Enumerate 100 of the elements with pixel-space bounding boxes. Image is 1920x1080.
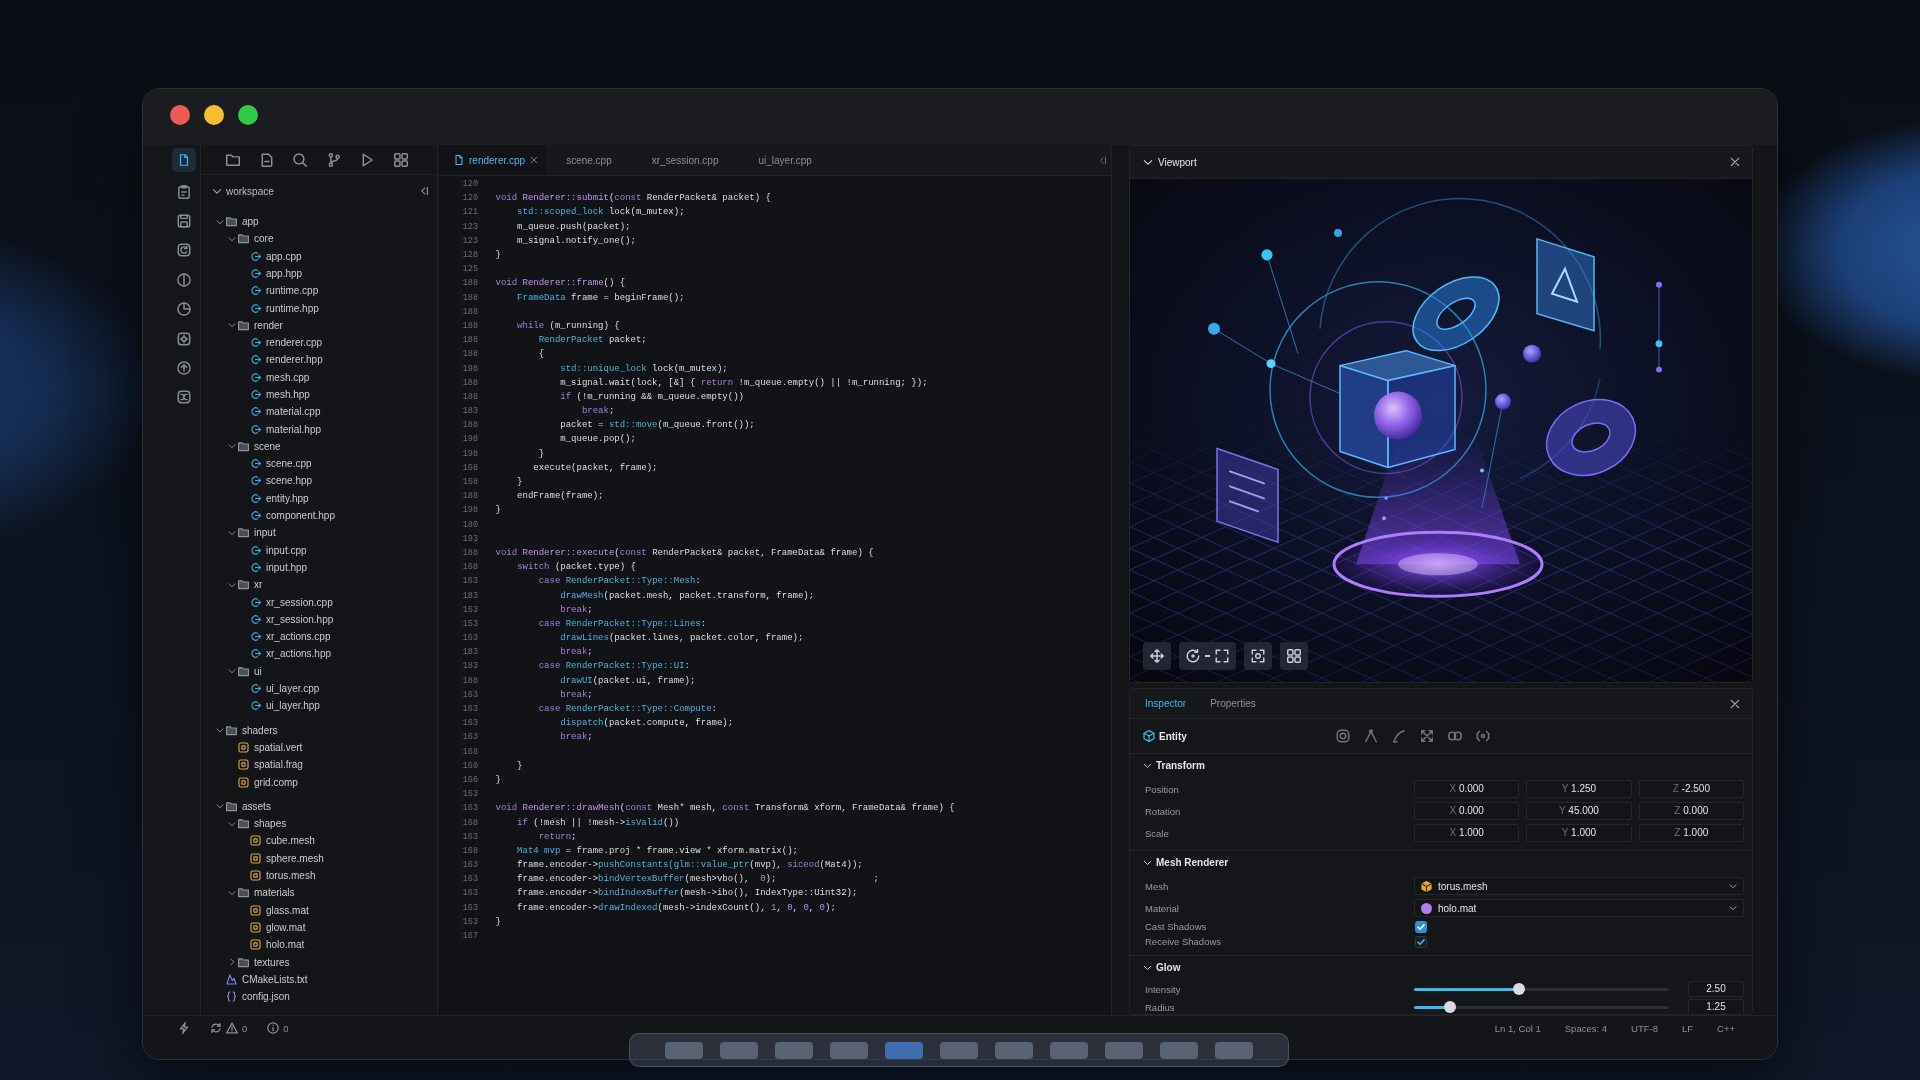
tree-item[interactable]: torus.mesh: [250, 866, 316, 885]
slider-thumb[interactable]: [1512, 983, 1525, 995]
close-window-icon[interactable]: [170, 105, 190, 125]
value-field[interactable]: 2.50: [1688, 981, 1744, 997]
close-icon[interactable]: [530, 156, 539, 164]
tree-item[interactable]: config.json: [226, 987, 290, 1006]
number-field[interactable]: Z 0.000: [1638, 802, 1744, 820]
tree-item[interactable]: component.hpp: [250, 506, 335, 525]
lightning-icon[interactable]: [178, 1022, 190, 1034]
tree-item[interactable]: input.cpp: [250, 541, 307, 559]
tree-item[interactable]: input: [226, 524, 276, 542]
broadcast-icon[interactable]: [1476, 729, 1490, 743]
tree-item[interactable]: ui: [226, 662, 262, 680]
indentation-setting[interactable]: Spaces: 4: [1564, 1022, 1607, 1034]
tree-item[interactable]: cube.mesh: [250, 832, 315, 850]
tree-item[interactable]: app.cpp: [250, 247, 302, 265]
tree-item[interactable]: sphere.mesh: [250, 849, 324, 867]
tree-item[interactable]: runtime.hpp: [250, 299, 319, 317]
number-field[interactable]: Y 1.250: [1526, 780, 1632, 798]
number-field[interactable]: Z 1.000: [1638, 824, 1744, 842]
tree-item[interactable]: material.cpp: [250, 403, 321, 421]
tree-item[interactable]: spatial.vert: [238, 738, 303, 757]
editor-tab[interactable]: ui_layer.cpp: [738, 145, 832, 175]
tree-item[interactable]: renderer.cpp: [250, 333, 323, 352]
tree-item[interactable]: mesh.cpp: [250, 368, 310, 386]
minimize-window-icon[interactable]: [204, 105, 224, 125]
tree-item[interactable]: app: [214, 212, 259, 231]
info-count[interactable]: 0: [283, 1022, 289, 1034]
focus-button[interactable]: [1244, 642, 1272, 670]
dropdown[interactable]: holo.mat: [1414, 899, 1744, 917]
tree-item[interactable]: spatial.frag: [238, 756, 303, 774]
slider-thumb[interactable]: [1443, 1001, 1456, 1013]
tree-item[interactable]: render: [226, 316, 283, 334]
number-field[interactable]: X 0.000: [1414, 780, 1520, 798]
upload-icon[interactable]: [177, 361, 191, 376]
tree-item[interactable]: materials: [226, 884, 295, 902]
crosshair-icon[interactable]: [177, 331, 191, 346]
link-icon[interactable]: [1448, 729, 1462, 743]
cursor-position[interactable]: Ln 1, Col 1: [1494, 1022, 1541, 1034]
play-icon[interactable]: [360, 152, 374, 167]
slider-track[interactable]: [1414, 983, 1669, 995]
value-field[interactable]: 1.25: [1688, 999, 1744, 1014]
tree-item[interactable]: mesh.hpp: [250, 385, 310, 404]
panel-tab[interactable]: Properties: [1210, 698, 1256, 709]
number-field[interactable]: Y 1.000: [1526, 824, 1632, 842]
save-icon[interactable]: [177, 214, 191, 229]
move-tool-button[interactable]: [1143, 642, 1171, 670]
search-icon[interactable]: [293, 152, 307, 167]
tree-item[interactable]: grid.comp: [238, 773, 298, 791]
number-field[interactable]: X 1.000: [1414, 824, 1520, 842]
line-ending-setting[interactable]: LF: [1681, 1022, 1694, 1034]
tree-item[interactable]: material.hpp: [250, 420, 322, 438]
tree-item[interactable]: entity.hpp: [250, 489, 309, 507]
tree-item[interactable]: xr_session.hpp: [250, 610, 334, 628]
grid-button[interactable]: [1280, 642, 1308, 670]
pie-chart-icon[interactable]: [177, 302, 191, 317]
chevron-down-icon[interactable]: [212, 186, 222, 196]
slider-track[interactable]: [1414, 1001, 1669, 1013]
grid-icon[interactable]: [393, 152, 408, 167]
tree-item[interactable]: assets: [214, 797, 271, 815]
encoding-setting[interactable]: UTF-8: [1631, 1022, 1658, 1034]
tree-item[interactable]: input.hpp: [250, 558, 308, 577]
tree-item[interactable]: glow.mat: [250, 918, 306, 937]
circle-target-icon[interactable]: [1336, 729, 1350, 743]
sync-icon[interactable]: [210, 1022, 222, 1034]
tree-item[interactable]: scene.cpp: [250, 455, 312, 473]
tree-item[interactable]: core: [226, 230, 274, 248]
tree-item[interactable]: scene.hpp: [250, 472, 313, 490]
language-mode[interactable]: C++: [1717, 1022, 1735, 1034]
tree-item[interactable]: glass.mat: [250, 901, 309, 919]
file-icon[interactable]: [172, 148, 196, 172]
tree-item[interactable]: xr_actions.hpp: [250, 645, 332, 663]
number-field[interactable]: Y 45.000: [1526, 802, 1632, 820]
editor-tab[interactable]: scene.cpp: [546, 145, 632, 175]
clipboard-icon[interactable]: [177, 184, 191, 199]
collapse-icon[interactable]: [419, 186, 429, 196]
maximize-window-icon[interactable]: [238, 105, 258, 125]
vertex-icon[interactable]: [1364, 729, 1378, 743]
number-field[interactable]: X 0.000: [1414, 802, 1520, 820]
curve-icon[interactable]: [1392, 729, 1406, 743]
checkbox[interactable]: [1415, 920, 1427, 933]
shuffle-icon[interactable]: [177, 390, 191, 405]
collapse-icon[interactable]: [1098, 155, 1107, 165]
dropdown[interactable]: torus.mesh: [1414, 877, 1744, 895]
tree-item[interactable]: xr_actions.cpp: [250, 628, 331, 646]
editor-tab[interactable]: renderer.cpp: [438, 145, 547, 175]
tree-item[interactable]: scene: [226, 437, 281, 456]
expand-arrows-icon[interactable]: [1420, 729, 1434, 743]
split-circle-icon[interactable]: [177, 272, 191, 287]
warning-count[interactable]: 0: [242, 1022, 248, 1034]
tree-item[interactable]: ui_layer.cpp: [250, 679, 320, 698]
tree-item[interactable]: holo.mat: [250, 936, 305, 954]
refresh-icon[interactable]: [177, 243, 191, 258]
tree-item[interactable]: app.hpp: [250, 264, 303, 283]
folder-icon[interactable]: [226, 152, 240, 167]
tree-item[interactable]: shapes: [226, 815, 287, 833]
close-icon[interactable]: [1730, 157, 1740, 167]
document-icon[interactable]: [259, 152, 274, 167]
tree-item[interactable]: xr_session.cpp: [250, 593, 333, 611]
number-field[interactable]: Z -2.500: [1638, 780, 1744, 798]
